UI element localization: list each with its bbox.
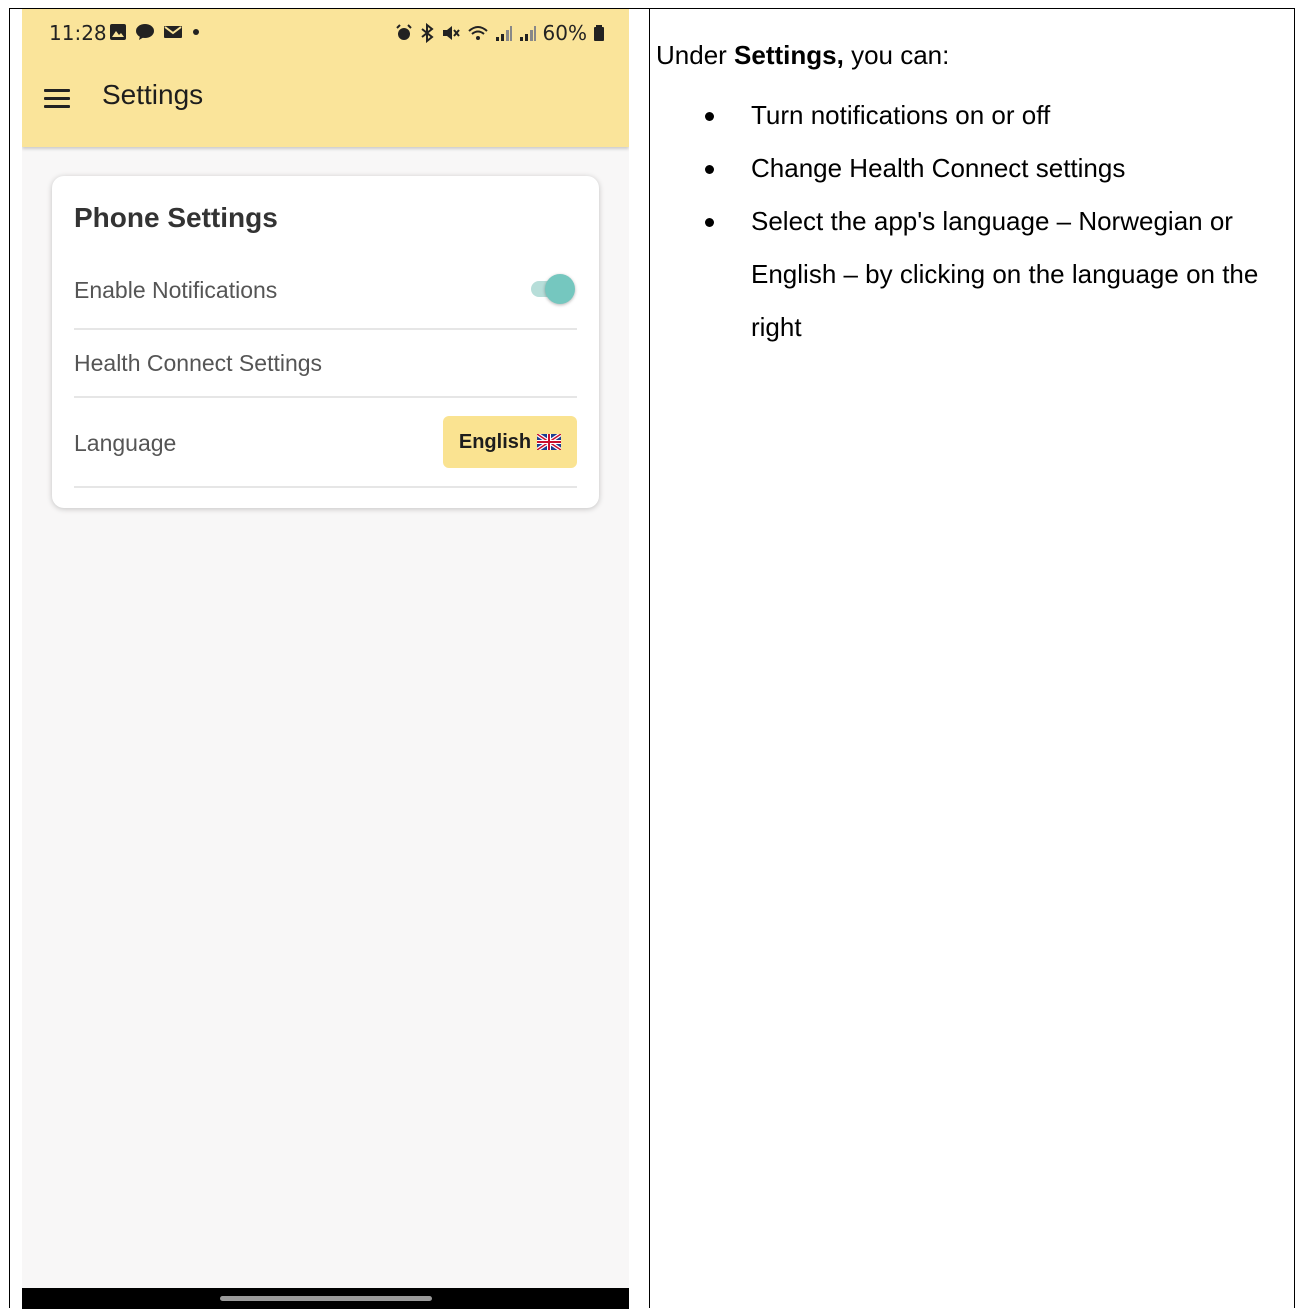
- phone-settings-card: Phone Settings Enable Notifications Heal…: [52, 176, 599, 508]
- phone-screenshot: 11:28 60% Settings Phone Settings Enable…: [22, 9, 629, 1309]
- home-handle[interactable]: [220, 1296, 432, 1301]
- signal-icon: [519, 26, 536, 41]
- divider: [74, 328, 577, 330]
- toggle-thumb: [545, 274, 575, 304]
- mail-icon: [164, 26, 182, 38]
- hamburger-icon: [44, 89, 70, 92]
- intro-suffix: you can:: [843, 40, 950, 70]
- system-nav-bar: [22, 1288, 629, 1309]
- list-item: Turn notifications on or off: [656, 89, 1286, 142]
- table-cell-divider: [649, 9, 650, 1308]
- mute-icon: [442, 26, 460, 40]
- list-item: Select the app's language – Norwegian or…: [656, 195, 1286, 354]
- status-right-icons: 60%: [395, 21, 605, 45]
- menu-button[interactable]: [44, 87, 72, 109]
- instructions-intro: Under Settings, you can:: [656, 40, 1286, 71]
- intro-bold: Settings,: [734, 40, 844, 70]
- notifications-toggle[interactable]: [529, 274, 577, 304]
- status-bar: 11:28 60%: [22, 9, 629, 59]
- divider: [74, 396, 577, 398]
- notifications-label: Enable Notifications: [74, 277, 278, 303]
- language-row: Language English: [74, 416, 577, 468]
- signal-icon: [495, 26, 512, 41]
- health-connect-label: Health Connect Settings: [74, 350, 323, 376]
- alarm-icon: [395, 24, 412, 40]
- health-connect-row[interactable]: Health Connect Settings: [74, 348, 577, 378]
- notifications-row[interactable]: Enable Notifications: [74, 274, 577, 304]
- instructions-list: Turn notifications on or off Change Heal…: [656, 89, 1286, 354]
- status-left-icons: [109, 23, 201, 41]
- hamburger-icon-bar: [44, 105, 70, 108]
- language-button-label: English: [458, 430, 532, 453]
- app-bar: 11:28 60% Settings: [22, 9, 629, 147]
- page-title: Settings: [102, 79, 204, 110]
- battery-percent: 60%: [542, 21, 587, 45]
- bluetooth-icon: [420, 23, 434, 43]
- dot-icon: [193, 29, 199, 35]
- uk-flag-icon: [537, 434, 562, 450]
- battery-icon: [594, 25, 604, 41]
- divider: [74, 486, 577, 488]
- intro-prefix: Under: [656, 40, 735, 70]
- instructions-text: Under Settings, you can: Turn notificati…: [656, 40, 1286, 354]
- wifi-icon: [467, 26, 488, 40]
- language-button[interactable]: English: [443, 416, 577, 468]
- list-item: Change Health Connect settings: [656, 142, 1286, 195]
- gallery-icon: [110, 24, 126, 40]
- language-label: Language: [74, 430, 177, 456]
- hamburger-icon-bar: [44, 97, 70, 100]
- status-time: 11:28: [49, 21, 107, 45]
- chat-icon: [136, 24, 154, 40]
- card-title: Phone Settings: [74, 202, 278, 233]
